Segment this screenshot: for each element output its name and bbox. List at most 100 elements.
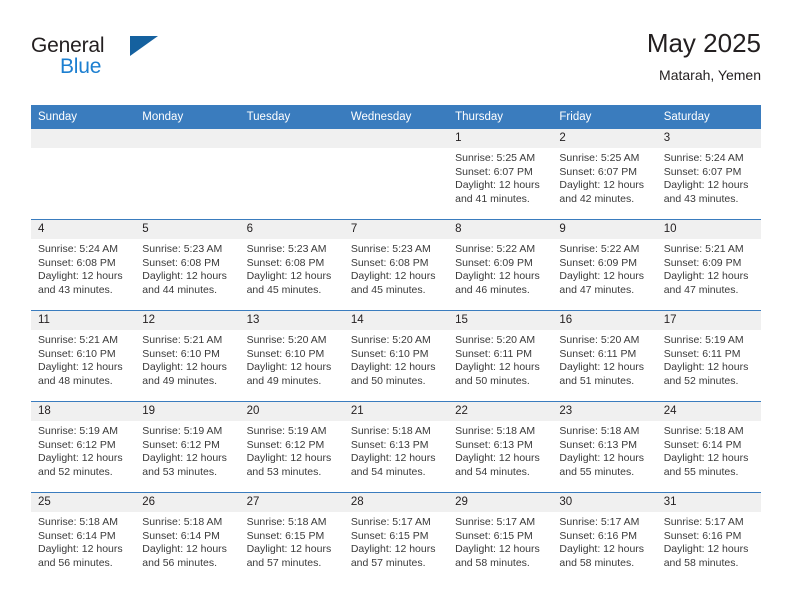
daylight-text-line2: and 52 minutes.	[663, 374, 739, 387]
sunset-text: Sunset: 6:11 PM	[559, 347, 637, 360]
day-number: 5	[135, 220, 240, 239]
daylight-text-line1: Daylight: 12 hours	[559, 179, 645, 192]
day-number: 18	[31, 402, 136, 421]
calendar-day[interactable]: 7 Sunrise: 5:23 AM Sunset: 6:08 PM Daylight…	[343, 220, 449, 310]
calendar-day[interactable]: 5 Sunrise: 5:23 AM Sunset: 6:08 PM Daylight…	[135, 220, 240, 310]
calendar-day[interactable]: 13 Sunrise: 5:20 AM Sunset: 6:10 PM Dayligh…	[239, 311, 344, 401]
brand-name-blue: Blue	[60, 55, 102, 78]
daylight-text-line1: Daylight: 12 hours	[455, 452, 540, 465]
day-details: Sunrise: 5:17 AM Sunset: 6:15 PM Daylight:…	[344, 512, 448, 570]
calendar-cell: 13 Sunrise: 5:20 AM Sunset: 6:10 PM Dayligh…	[239, 310, 344, 402]
triangle-logo-icon	[130, 36, 158, 56]
calendar-day[interactable]: 31 Sunrise: 5:17 AM Sunset: 6:16 PM Dayligh…	[656, 493, 761, 583]
calendar-day[interactable]: 22 Sunrise: 5:18 AM Sunset: 6:13 PM Dayligh…	[448, 402, 553, 492]
sunset-text: Sunset: 6:07 PM	[663, 165, 742, 178]
calendar-cell	[135, 129, 240, 220]
calendar-day[interactable]: 10 Sunrise: 5:21 AM Sunset: 6:09 PM Dayligh…	[656, 220, 761, 310]
sunrise-text: Sunrise: 5:23 AM	[142, 243, 223, 255]
calendar-cell: 14 Sunrise: 5:20 AM Sunset: 6:10 PM Dayligh…	[343, 310, 449, 402]
calendar-day[interactable]: 21 Sunrise: 5:18 AM Sunset: 6:13 PM Dayligh…	[343, 402, 449, 492]
daylight-text-line2: and 53 minutes.	[142, 465, 217, 478]
calendar-day[interactable]: 19 Sunrise: 5:19 AM Sunset: 6:12 PM Dayligh…	[135, 402, 240, 492]
daylight-text-line1: Daylight: 12 hours	[38, 452, 123, 465]
calendar-day-empty	[135, 129, 240, 219]
day-number: 7	[343, 220, 449, 239]
day-number: 30	[552, 493, 657, 512]
calendar-cell: 25 Sunrise: 5:18 AM Sunset: 6:14 PM Dayligh…	[31, 492, 136, 583]
calendar-day[interactable]: 6 Sunrise: 5:23 AM Sunset: 6:08 PM Daylight…	[239, 220, 344, 310]
calendar-day[interactable]: 15 Sunrise: 5:20 AM Sunset: 6:11 PM Dayligh…	[448, 311, 553, 401]
weekday-header-sunday: Sunday	[31, 105, 136, 129]
daylight-text-line2: and 58 minutes.	[455, 556, 530, 569]
calendar-day[interactable]: 1 Sunrise: 5:25 AM Sunset: 6:07 PM Daylight…	[448, 129, 553, 219]
sunset-text: Sunset: 6:15 PM	[455, 529, 533, 542]
calendar-day[interactable]: 20 Sunrise: 5:19 AM Sunset: 6:12 PM Dayligh…	[239, 402, 344, 492]
day-details: Sunrise: 5:17 AM Sunset: 6:16 PM Daylight:…	[657, 512, 761, 570]
sunset-text: Sunset: 6:08 PM	[246, 256, 325, 269]
weekday-header-monday: Monday	[135, 105, 240, 129]
calendar-day[interactable]: 9 Sunrise: 5:22 AM Sunset: 6:09 PM Daylight…	[552, 220, 657, 310]
calendar-cell: 20 Sunrise: 5:19 AM Sunset: 6:12 PM Dayligh…	[239, 401, 344, 493]
calendar-day[interactable]: 30 Sunrise: 5:17 AM Sunset: 6:16 PM Dayligh…	[552, 493, 657, 583]
calendar-day[interactable]: 12 Sunrise: 5:21 AM Sunset: 6:10 PM Dayligh…	[135, 311, 240, 401]
calendar-grid: Sunday Monday Tuesday Wednesday Thursday Frid…	[31, 105, 761, 583]
sunset-text: Sunset: 6:11 PM	[663, 347, 741, 360]
calendar-day[interactable]: 8 Sunrise: 5:22 AM Sunset: 6:09 PM Daylight…	[448, 220, 553, 310]
calendar-cell: 8 Sunrise: 5:22 AM Sunset: 6:09 PM Daylight…	[448, 219, 553, 311]
calendar-day[interactable]: 4 Sunrise: 5:24 AM Sunset: 6:08 PM Daylight…	[31, 220, 136, 310]
calendar-day[interactable]: 26 Sunrise: 5:18 AM Sunset: 6:14 PM Dayligh…	[135, 493, 240, 583]
day-number: 3	[656, 129, 761, 148]
daylight-text-line1: Daylight: 12 hours	[142, 543, 227, 556]
daylight-text-line2: and 57 minutes.	[246, 556, 322, 569]
daylight-text-line2: and 46 minutes.	[455, 283, 530, 296]
calendar-day[interactable]: 14 Sunrise: 5:20 AM Sunset: 6:10 PM Dayligh…	[343, 311, 449, 401]
day-details: Sunrise: 5:18 AM Sunset: 6:13 PM Daylight:…	[552, 421, 656, 479]
day-number	[135, 129, 240, 148]
day-number: 8	[448, 220, 553, 239]
day-details: Sunrise: 5:23 AM Sunset: 6:08 PM Daylight:…	[240, 239, 344, 297]
day-number: 23	[552, 402, 657, 421]
sunset-text: Sunset: 6:08 PM	[350, 256, 429, 269]
calendar-day[interactable]: 27 Sunrise: 5:18 AM Sunset: 6:15 PM Dayligh…	[239, 493, 344, 583]
calendar-day[interactable]: 11 Sunrise: 5:21 AM Sunset: 6:10 PM Dayligh…	[31, 311, 136, 401]
daylight-text-line2: and 55 minutes.	[559, 465, 635, 478]
day-number: 4	[31, 220, 136, 239]
sunset-text: Sunset: 6:11 PM	[455, 347, 532, 360]
sunset-text: Sunset: 6:15 PM	[350, 529, 429, 542]
calendar-day[interactable]: 29 Sunrise: 5:17 AM Sunset: 6:15 PM Dayligh…	[448, 493, 553, 583]
calendar-day[interactable]: 3 Sunrise: 5:24 AM Sunset: 6:07 PM Daylight…	[656, 129, 761, 219]
daylight-text-line1: Daylight: 12 hours	[38, 543, 123, 556]
sunset-text: Sunset: 6:07 PM	[559, 165, 638, 178]
calendar-cell	[31, 129, 136, 220]
sunset-text: Sunset: 6:13 PM	[559, 438, 638, 451]
calendar-cell: 3 Sunrise: 5:24 AM Sunset: 6:07 PM Daylight…	[656, 129, 761, 220]
calendar-day[interactable]: 18 Sunrise: 5:19 AM Sunset: 6:12 PM Dayligh…	[31, 402, 136, 492]
sunrise-text: Sunrise: 5:21 AM	[663, 243, 744, 255]
sunrise-text: Sunrise: 5:25 AM	[559, 152, 640, 164]
calendar-day[interactable]: 23 Sunrise: 5:18 AM Sunset: 6:13 PM Dayligh…	[552, 402, 657, 492]
calendar-day[interactable]: 17 Sunrise: 5:19 AM Sunset: 6:11 PM Dayligh…	[656, 311, 761, 401]
daylight-text-line1: Daylight: 12 hours	[663, 361, 749, 374]
day-details: Sunrise: 5:25 AM Sunset: 6:07 PM Daylight:…	[448, 148, 552, 206]
sunset-text: Sunset: 6:10 PM	[246, 347, 325, 360]
sunset-text: Sunset: 6:09 PM	[663, 256, 742, 269]
calendar-day[interactable]: 24 Sunrise: 5:18 AM Sunset: 6:14 PM Dayligh…	[656, 402, 761, 492]
calendar-day[interactable]: 16 Sunrise: 5:20 AM Sunset: 6:11 PM Dayligh…	[552, 311, 657, 401]
day-number: 17	[656, 311, 761, 330]
daylight-text-line2: and 47 minutes.	[559, 283, 635, 296]
day-details: Sunrise: 5:17 AM Sunset: 6:15 PM Daylight:…	[448, 512, 552, 570]
calendar-day[interactable]: 25 Sunrise: 5:18 AM Sunset: 6:14 PM Dayligh…	[31, 493, 136, 583]
calendar-day[interactable]: 2 Sunrise: 5:25 AM Sunset: 6:07 PM Daylight…	[552, 129, 657, 219]
calendar-cell	[239, 129, 344, 220]
daylight-text-line2: and 51 minutes.	[559, 374, 635, 387]
calendar-cell: 23 Sunrise: 5:18 AM Sunset: 6:13 PM Dayligh…	[552, 401, 657, 493]
brand-logo[interactable]: General Blue	[31, 34, 161, 90]
day-number	[239, 129, 344, 148]
sunset-text: Sunset: 6:10 PM	[142, 347, 220, 360]
calendar-day[interactable]: 28 Sunrise: 5:17 AM Sunset: 6:15 PM Dayligh…	[343, 493, 449, 583]
day-number: 12	[135, 311, 240, 330]
daylight-text-line1: Daylight: 12 hours	[559, 452, 645, 465]
day-number: 20	[239, 402, 344, 421]
daylight-text-line2: and 57 minutes.	[350, 556, 426, 569]
daylight-text-line1: Daylight: 12 hours	[38, 270, 123, 283]
